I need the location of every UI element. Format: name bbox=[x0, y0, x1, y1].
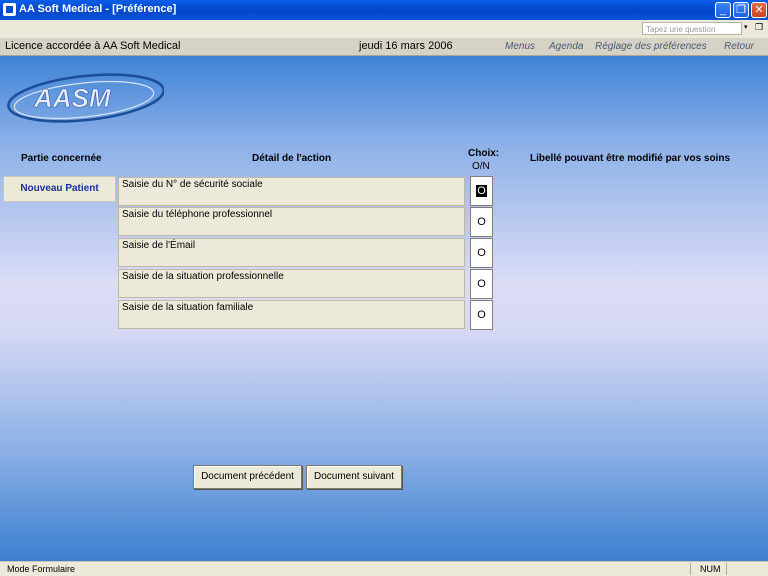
app-icon[interactable] bbox=[3, 3, 16, 16]
close-button[interactable]: ✕ bbox=[751, 2, 767, 18]
nav-link-agenda[interactable]: Agenda bbox=[549, 41, 583, 52]
action-field[interactable]: Saisie du N° de sécurité sociale bbox=[118, 177, 465, 206]
licence-text: Licence accordée à AA Soft Medical bbox=[5, 40, 181, 52]
header-choix-on: O/N bbox=[472, 161, 490, 172]
question-input[interactable]: Tapez une question bbox=[642, 22, 742, 35]
choice-field[interactable]: O bbox=[470, 207, 493, 237]
logo-text: AASM bbox=[33, 83, 112, 113]
status-divider bbox=[726, 563, 727, 575]
choice-value: O bbox=[476, 185, 487, 197]
choice-field[interactable]: O bbox=[470, 176, 493, 206]
header-choix: Choix: bbox=[468, 148, 500, 159]
document-restore-icon[interactable]: ❐ bbox=[755, 22, 763, 33]
action-field[interactable]: Saisie de la situation familiale bbox=[118, 300, 465, 329]
status-num-lock: NUM bbox=[700, 564, 721, 574]
previous-document-button[interactable]: Document précédent bbox=[193, 465, 302, 489]
nav-link-reglage[interactable]: Réglage des préférences bbox=[595, 41, 707, 52]
window-title: AA Soft Medical - [Préférence] bbox=[19, 3, 177, 15]
title-bar[interactable]: AA Soft Medical - [Préférence] _ ❐ ✕ bbox=[0, 0, 768, 20]
current-date: jeudi 16 mars 2006 bbox=[359, 40, 453, 52]
status-bar: Mode Formulaire NUM bbox=[0, 561, 768, 576]
choice-field[interactable]: O bbox=[470, 300, 493, 330]
nav-link-menus[interactable]: Menus bbox=[505, 41, 535, 52]
minimize-button[interactable]: _ bbox=[715, 2, 731, 18]
header-detail: Détail de l'action bbox=[252, 153, 332, 164]
choice-field[interactable]: O bbox=[470, 269, 493, 299]
restore-button[interactable]: ❐ bbox=[733, 2, 749, 18]
nav-header: Licence accordée à AA Soft Medical jeudi… bbox=[0, 38, 768, 56]
next-document-button[interactable]: Document suivant bbox=[306, 465, 402, 489]
aasm-logo: AASM bbox=[7, 73, 164, 123]
choice-field[interactable]: O bbox=[470, 238, 493, 268]
question-dropdown-icon[interactable]: ▾ bbox=[744, 23, 748, 31]
status-mode: Mode Formulaire bbox=[7, 564, 76, 574]
nav-link-retour[interactable]: Retour bbox=[724, 41, 754, 52]
action-field[interactable]: Saisie de l'Émail bbox=[118, 238, 465, 267]
nouveau-patient-button[interactable]: Nouveau Patient bbox=[3, 176, 116, 202]
header-partie: Partie concernée bbox=[21, 153, 102, 164]
action-field[interactable]: Saisie de la situation professionnelle bbox=[118, 269, 465, 298]
action-field[interactable]: Saisie du téléphone professionnel bbox=[118, 207, 465, 236]
header-libelle: Libellé pouvant être modifié par vos soi… bbox=[530, 153, 731, 164]
status-divider bbox=[690, 563, 691, 575]
